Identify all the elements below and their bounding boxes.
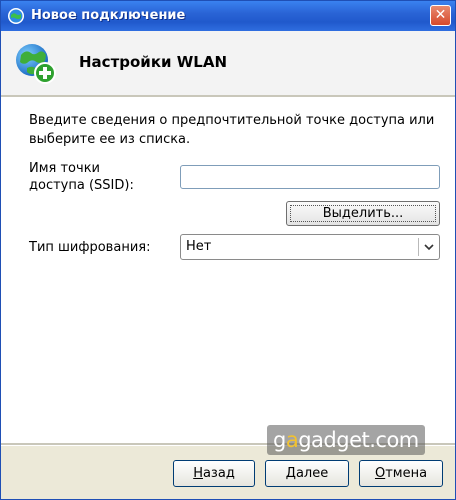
window-title: Новое подключение — [31, 8, 186, 23]
watermark-part1: g — [273, 428, 286, 452]
back-label: азад — [202, 466, 235, 481]
next-button[interactable]: Далее — [265, 460, 349, 487]
page-title: Настройки WLAN — [79, 53, 227, 71]
encryption-dropdown[interactable]: Нет — [180, 234, 440, 260]
title-bar[interactable]: Новое подключение ✕ — [1, 1, 455, 31]
next-mnemonic: Д — [285, 466, 296, 481]
cancel-mnemonic: О — [374, 466, 386, 481]
watermark-accent: a — [285, 428, 299, 452]
ssid-input[interactable] — [180, 165, 440, 189]
network-globe-icon — [8, 8, 24, 24]
wizard-header: Настройки WLAN — [1, 31, 455, 95]
next-label: алее — [295, 466, 329, 481]
encryption-value: Нет — [186, 239, 212, 254]
encryption-label: Тип шифрования: — [29, 240, 151, 255]
watermark-logo: gagadget.com — [267, 425, 425, 455]
ssid-label-line2: доступа (SSID): — [29, 178, 134, 193]
select-network-button[interactable]: Выделить... — [286, 201, 440, 226]
cancel-button[interactable]: Отмена — [359, 460, 443, 487]
cancel-label: тмена — [385, 466, 428, 481]
wizard-body: Введите сведения о предпочтительной точк… — [1, 98, 455, 443]
back-button[interactable]: Назад — [173, 460, 255, 487]
intro-text: Введите сведения о предпочтительной точк… — [29, 113, 435, 147]
ssid-label-line1: Имя точки — [29, 161, 100, 176]
back-mnemonic: Н — [193, 466, 203, 481]
dialog-window: Новое подключение ✕ Настройки WLAN Введи… — [0, 0, 456, 500]
focus-rectangle — [290, 205, 436, 222]
globe-add-icon — [16, 44, 56, 84]
ssid-label: Имя точки доступа (SSID): — [29, 160, 134, 194]
dropdown-divider — [418, 238, 419, 256]
close-icon: ✕ — [434, 7, 447, 23]
chevron-down-icon[interactable] — [423, 241, 435, 253]
close-button[interactable]: ✕ — [430, 5, 451, 26]
watermark-part2: gadget.com — [298, 428, 419, 452]
